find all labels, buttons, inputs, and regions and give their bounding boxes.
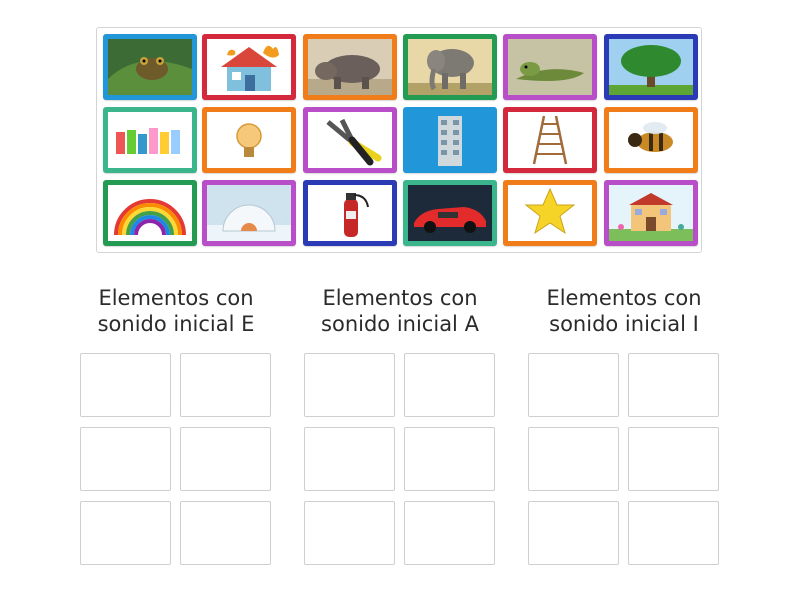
group-heading-i-line1: Elementos con xyxy=(546,286,702,310)
rainbow-image[interactable] xyxy=(103,180,197,246)
group-heading-e-line1: Elementos con xyxy=(98,286,254,310)
drop-slot-i[interactable] xyxy=(628,353,719,417)
star-image-picture xyxy=(508,185,592,241)
school-image[interactable] xyxy=(604,180,698,246)
igloo-image[interactable] xyxy=(202,180,296,246)
star-image[interactable] xyxy=(503,180,597,246)
drop-slot-i[interactable] xyxy=(628,427,719,491)
drop-slot-i[interactable] xyxy=(528,427,619,491)
drop-slot-e[interactable] xyxy=(80,427,171,491)
ladder-image-picture xyxy=(508,112,592,168)
group-heading-e-line2: sonido inicial E xyxy=(97,312,255,336)
drop-slot-e[interactable] xyxy=(180,353,271,417)
hippo-image-picture xyxy=(308,39,392,95)
school-image-picture xyxy=(609,185,693,241)
pliers-image-picture xyxy=(308,112,392,168)
iguana-image-picture xyxy=(508,39,592,95)
group-heading-a-line2: sonido inicial A xyxy=(321,312,479,336)
group-heading-a: Elementos con sonido inicial A xyxy=(300,285,500,337)
drop-slot-a[interactable] xyxy=(304,427,395,491)
group-heading-i-line2: sonido inicial I xyxy=(549,312,699,336)
elephant-image[interactable] xyxy=(403,34,497,100)
tree-image[interactable] xyxy=(604,34,698,100)
fire-extinguisher-image-picture xyxy=(308,185,392,241)
lightbulb-image[interactable] xyxy=(202,107,296,173)
bee-image-picture xyxy=(609,112,693,168)
group-heading-i: Elementos con sonido inicial I xyxy=(524,285,724,337)
bee-image[interactable] xyxy=(604,107,698,173)
drop-slot-e[interactable] xyxy=(180,427,271,491)
drop-slot-a[interactable] xyxy=(404,501,495,565)
rainbow-image-picture xyxy=(108,185,192,241)
thread-spools-image-picture xyxy=(108,112,192,168)
drop-slot-a[interactable] xyxy=(404,353,495,417)
elephant-image-picture xyxy=(408,39,492,95)
drop-slot-a[interactable] xyxy=(304,353,395,417)
ladder-image[interactable] xyxy=(503,107,597,173)
building-image[interactable] xyxy=(403,107,497,173)
fire-extinguisher-image[interactable] xyxy=(303,180,397,246)
burning-house-image[interactable] xyxy=(202,34,296,100)
frog-image-picture xyxy=(108,39,192,95)
drop-slot-e[interactable] xyxy=(180,501,271,565)
car-image-picture xyxy=(408,185,492,241)
drop-slot-e[interactable] xyxy=(80,501,171,565)
pliers-image[interactable] xyxy=(303,107,397,173)
group-heading-a-line1: Elementos con xyxy=(322,286,478,310)
drop-slot-a[interactable] xyxy=(304,501,395,565)
drop-slot-a[interactable] xyxy=(404,427,495,491)
building-image-picture xyxy=(408,112,492,168)
car-image[interactable] xyxy=(403,180,497,246)
lightbulb-image-picture xyxy=(207,112,291,168)
drop-slot-i[interactable] xyxy=(528,353,619,417)
drop-slot-e[interactable] xyxy=(80,353,171,417)
tree-image-picture xyxy=(609,39,693,95)
group-heading-e: Elementos con sonido inicial E xyxy=(76,285,276,337)
drop-slot-i[interactable] xyxy=(528,501,619,565)
hippo-image[interactable] xyxy=(303,34,397,100)
igloo-image-picture xyxy=(207,185,291,241)
image-tray xyxy=(96,27,702,253)
burning-house-image-picture xyxy=(207,39,291,95)
drop-slot-i[interactable] xyxy=(628,501,719,565)
thread-spools-image[interactable] xyxy=(103,107,197,173)
frog-image[interactable] xyxy=(103,34,197,100)
iguana-image[interactable] xyxy=(503,34,597,100)
